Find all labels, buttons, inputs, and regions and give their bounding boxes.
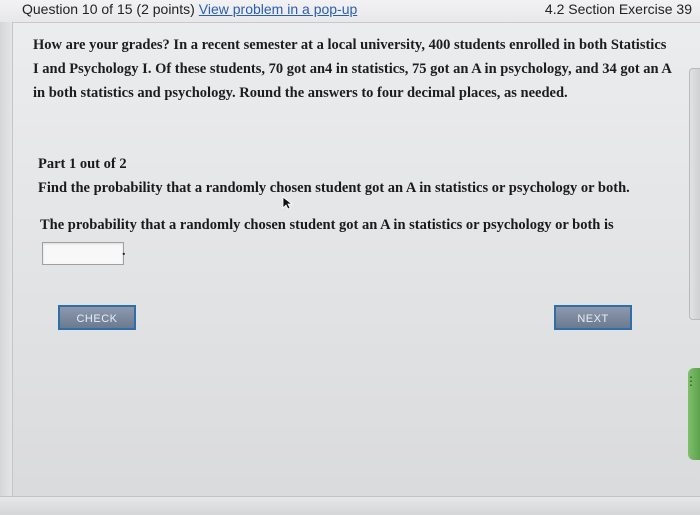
popup-link[interactable]: View problem in a pop-up <box>199 1 358 17</box>
question-counter-text: Question 10 of 15 (2 points) <box>22 1 195 17</box>
answer-prompt: The probability that a randomly chosen s… <box>40 217 614 233</box>
right-side-panel-tab[interactable] <box>689 68 700 320</box>
part-title: Part 1 out of 2 <box>38 156 127 172</box>
bottom-bar <box>0 496 700 515</box>
next-button[interactable]: NEXT <box>554 305 632 330</box>
answer-input[interactable] <box>42 242 124 265</box>
menu-dots-icon: ⋮ <box>685 374 697 388</box>
problem-text: How are your grades? In a recent semeste… <box>33 37 672 101</box>
answer-suffix: . <box>122 244 126 259</box>
question-counter: Question 10 of 15 (2 points) View problem… <box>22 1 357 17</box>
section-label: 4.2 Section Exercise 39 <box>544 1 692 17</box>
top-bar: Question 10 of 15 (2 points) View problem… <box>0 0 700 23</box>
part-question: Find the probability that a randomly cho… <box>38 180 630 196</box>
check-button[interactable]: CHECK <box>58 305 136 330</box>
mouse-pointer-icon <box>282 196 294 210</box>
left-panel-edge <box>0 22 13 514</box>
